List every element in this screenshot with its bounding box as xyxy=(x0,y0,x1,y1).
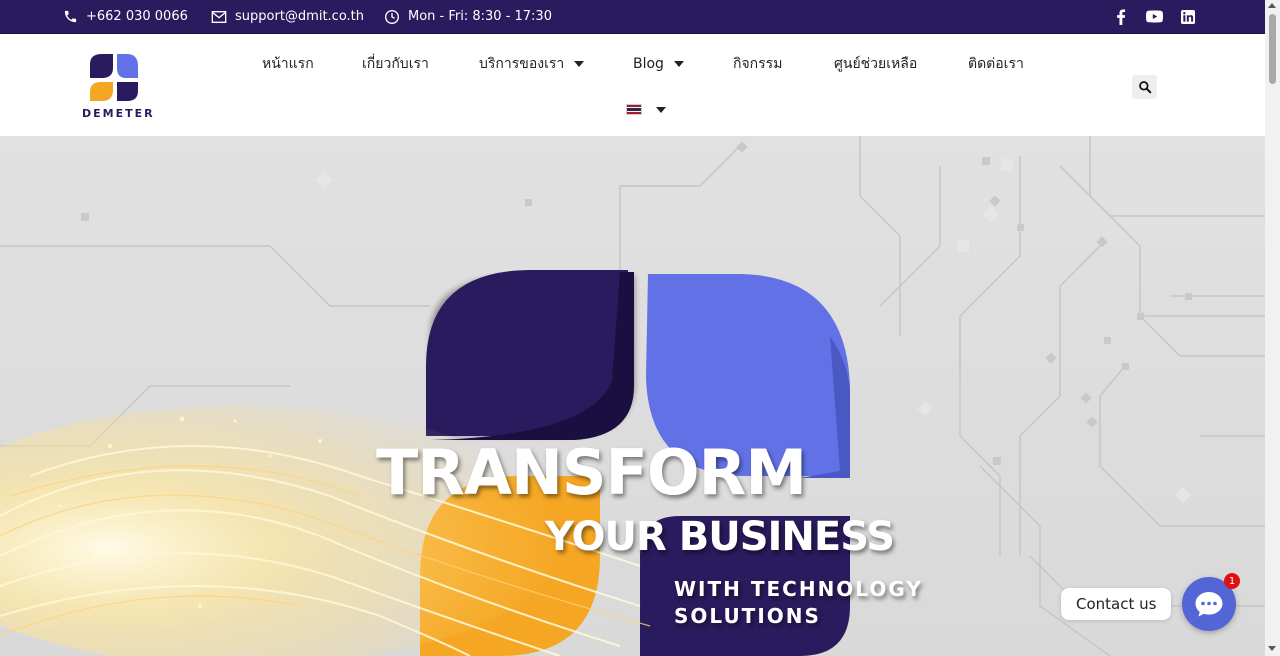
phone-text: +662 030 0066 xyxy=(86,9,188,24)
nav-item-label: ศูนย์ช่วยเหลือ xyxy=(834,56,918,72)
language-switcher[interactable] xyxy=(626,104,666,115)
nav-item-about[interactable]: เกี่ยวกับเรา xyxy=(362,54,429,74)
site-header: DEMETER หน้าแรก เกี่ยวกับเรา บริการของเร… xyxy=(0,33,1265,136)
youtube-icon xyxy=(1146,10,1163,23)
nav-item-contact[interactable]: ติดต่อเรา xyxy=(968,54,1024,74)
chevron-down-icon xyxy=(574,61,585,67)
notification-badge: 1 xyxy=(1224,573,1240,589)
hero-subheadline: WITH TECHNOLOGY SOLUTIONS xyxy=(674,576,923,630)
clock-icon xyxy=(385,9,399,24)
scrollbar-thumb[interactable] xyxy=(1269,14,1276,84)
linkedin-icon xyxy=(1181,9,1195,24)
hero-subheadline-line2: SOLUTIONS xyxy=(674,604,821,628)
nav-item-help-center[interactable]: ศูนย์ช่วยเหลือ xyxy=(834,54,917,74)
nav-item-label: Blog xyxy=(633,56,664,72)
email-text: support@dmit.co.th xyxy=(235,9,365,24)
email-link[interactable]: support@dmit.co.th xyxy=(211,0,364,33)
top-info-bar: +662 030 0066 support@dmit.co.th Mon - F… xyxy=(0,0,1265,33)
nav-item-label: หน้าแรก xyxy=(262,56,314,72)
search-button[interactable] xyxy=(1132,75,1157,99)
chevron-down-icon xyxy=(673,61,684,67)
nav-item-label: เกี่ยวกับเรา xyxy=(362,56,429,72)
hero-headline-line2: YOUR BUSINESS xyxy=(545,514,895,560)
hero-banner: TRANSFORM YOUR BUSINESS WITH TECHNOLOGY … xyxy=(0,136,1265,656)
nav-item-label: บริการของเรา xyxy=(479,56,565,72)
search-icon xyxy=(1138,81,1151,94)
scroll-down-arrow-icon[interactable] xyxy=(1268,646,1276,651)
nav-item-activities[interactable]: กิจกรรม xyxy=(733,54,782,74)
nav-item-blog[interactable]: Blog xyxy=(633,54,684,74)
facebook-link[interactable] xyxy=(1116,0,1126,33)
scroll-up-arrow-icon[interactable] xyxy=(1268,3,1276,8)
nav-item-label: ติดต่อเรา xyxy=(968,56,1024,72)
phone-icon xyxy=(64,10,77,23)
phone-link[interactable]: +662 030 0066 xyxy=(63,0,188,33)
chevron-down-icon xyxy=(656,106,666,113)
youtube-link[interactable] xyxy=(1146,0,1163,33)
linkedin-link[interactable] xyxy=(1181,0,1195,33)
chat-bubble-icon xyxy=(1195,592,1223,617)
hero-subheadline-line1: WITH TECHNOLOGY xyxy=(674,577,923,601)
hours-info: Mon - Fri: 8:30 - 17:30 xyxy=(384,0,552,33)
nav-item-label: กิจกรรม xyxy=(733,56,783,72)
hero-headline-line1: TRANSFORM xyxy=(376,436,807,509)
contact-us-label[interactable]: Contact us xyxy=(1061,588,1172,620)
nav-item-home[interactable]: หน้าแรก xyxy=(262,54,314,74)
envelope-icon xyxy=(211,10,227,23)
thai-flag-icon xyxy=(626,104,642,115)
nav-item-services[interactable]: บริการของเรา xyxy=(479,54,585,74)
main-navigation: หน้าแรก เกี่ยวกับเรา บริการของเรา Blog ก… xyxy=(0,34,1265,136)
hours-text: Mon - Fri: 8:30 - 17:30 xyxy=(408,9,552,24)
facebook-icon xyxy=(1117,8,1126,25)
circuit-background-graphic xyxy=(0,136,1265,656)
page-scrollbar[interactable] xyxy=(1265,0,1280,656)
